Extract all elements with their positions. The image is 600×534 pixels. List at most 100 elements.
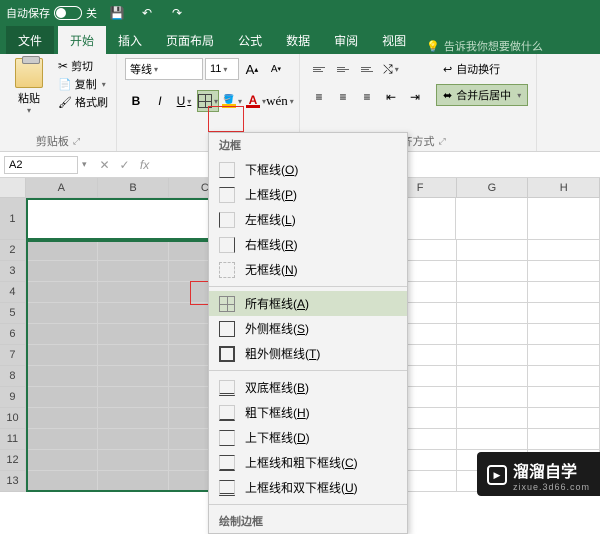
row-header[interactable]: 5 <box>0 303 26 324</box>
cut-button[interactable]: 剪切 <box>58 58 108 74</box>
cell[interactable] <box>26 345 98 366</box>
cell[interactable] <box>98 387 170 408</box>
cell[interactable] <box>26 240 98 261</box>
cell[interactable] <box>528 429 600 450</box>
border-menu-item[interactable]: 双底框线(B) <box>209 375 407 400</box>
col-header[interactable]: G <box>457 178 529 198</box>
col-header[interactable]: A <box>26 178 98 198</box>
cell[interactable] <box>98 282 170 303</box>
align-top-button[interactable] <box>308 58 330 80</box>
cell[interactable] <box>528 345 600 366</box>
align-middle-button[interactable] <box>332 58 354 80</box>
cell[interactable] <box>98 345 170 366</box>
border-menu-item[interactable]: 无框线(N) <box>209 257 407 282</box>
cell[interactable] <box>457 408 529 429</box>
row-header[interactable]: 8 <box>0 366 26 387</box>
wrap-text-button[interactable]: ↩自动换行 <box>436 58 528 80</box>
cell[interactable] <box>26 450 98 471</box>
cell[interactable] <box>457 240 529 261</box>
font-color-button[interactable]: A <box>245 90 267 112</box>
border-menu-item[interactable]: 所有框线(A) <box>209 291 407 316</box>
cell[interactable] <box>528 408 600 429</box>
tab-data[interactable]: 数据 <box>274 26 322 54</box>
col-header[interactable]: B <box>98 178 170 198</box>
border-menu-item[interactable]: 下框线(O) <box>209 157 407 182</box>
underline-button[interactable]: U <box>173 90 195 112</box>
cell[interactable] <box>457 387 529 408</box>
cell[interactable] <box>457 324 529 345</box>
copy-button[interactable]: 复制▾ <box>58 76 108 92</box>
cell[interactable] <box>98 429 170 450</box>
row-header[interactable]: 7 <box>0 345 26 366</box>
format-painter-button[interactable]: 格式刷 <box>58 94 108 110</box>
cell[interactable] <box>26 324 98 345</box>
cell[interactable] <box>457 282 529 303</box>
increase-indent-button[interactable]: ⇥ <box>404 86 426 108</box>
border-menu-item[interactable]: 外侧框线(S) <box>209 316 407 341</box>
cell[interactable] <box>98 408 170 429</box>
decrease-indent-button[interactable]: ⇤ <box>380 86 402 108</box>
border-menu-item[interactable]: 右框线(R) <box>209 232 407 257</box>
cancel-icon[interactable]: ✕ <box>95 158 115 172</box>
font-name-combo[interactable]: 等线 <box>125 58 203 80</box>
fx-icon[interactable]: fx <box>135 158 155 172</box>
row-header[interactable]: 10 <box>0 408 26 429</box>
save-icon[interactable]: 💾 <box>109 5 125 21</box>
border-button[interactable] <box>197 90 219 112</box>
tab-view[interactable]: 视图 <box>370 26 418 54</box>
cell[interactable] <box>528 324 600 345</box>
tab-home[interactable]: 开始 <box>58 26 106 54</box>
align-left-button[interactable]: ≡ <box>308 86 330 108</box>
row-header[interactable]: 9 <box>0 387 26 408</box>
cell[interactable] <box>26 303 98 324</box>
tell-me[interactable]: 💡 告诉我你想要做什么 <box>426 38 543 54</box>
col-header[interactable]: H <box>528 178 600 198</box>
phonetic-button[interactable]: wén <box>269 90 291 112</box>
cell[interactable] <box>98 471 170 492</box>
cell[interactable] <box>98 261 170 282</box>
cell[interactable] <box>456 198 528 240</box>
row-header[interactable]: 4 <box>0 282 26 303</box>
cell[interactable] <box>528 366 600 387</box>
cell[interactable] <box>528 261 600 282</box>
cell[interactable] <box>98 450 170 471</box>
cell[interactable] <box>26 282 98 303</box>
fill-color-button[interactable] <box>221 90 243 112</box>
tab-page-layout[interactable]: 页面布局 <box>154 26 226 54</box>
cell[interactable] <box>457 429 529 450</box>
cell[interactable] <box>98 303 170 324</box>
border-menu-item[interactable]: 上框线和双下框线(U) <box>209 475 407 500</box>
border-menu-item[interactable]: 粗外侧框线(T) <box>209 341 407 366</box>
cell[interactable] <box>457 366 529 387</box>
align-center-button[interactable]: ≡ <box>332 86 354 108</box>
dialog-launcher-icon[interactable]: ⤢ <box>438 136 445 147</box>
cell[interactable] <box>26 366 98 387</box>
cell[interactable] <box>26 471 98 492</box>
italic-button[interactable]: I <box>149 90 171 112</box>
row-header[interactable]: 2 <box>0 240 26 261</box>
align-right-button[interactable]: ≡ <box>356 86 378 108</box>
cell[interactable] <box>98 324 170 345</box>
row-header[interactable]: 1 <box>0 198 26 240</box>
undo-icon[interactable]: ↶ <box>139 5 155 21</box>
row-header[interactable]: 6 <box>0 324 26 345</box>
cell[interactable] <box>26 261 98 282</box>
font-size-combo[interactable]: 11 <box>205 58 239 80</box>
cell[interactable] <box>26 387 98 408</box>
cell[interactable] <box>457 261 529 282</box>
namebox-dropdown-icon[interactable]: ▾ <box>82 159 87 170</box>
increase-font-button[interactable]: A▴ <box>241 58 263 80</box>
tab-formula[interactable]: 公式 <box>226 26 274 54</box>
dialog-launcher-icon[interactable]: ⤢ <box>73 136 80 147</box>
row-header[interactable]: 13 <box>0 471 26 492</box>
select-all-corner[interactable] <box>0 178 26 198</box>
cell[interactable] <box>528 282 600 303</box>
border-menu-item[interactable]: 上框线(P) <box>209 182 407 207</box>
row-header[interactable]: 12 <box>0 450 26 471</box>
tab-review[interactable]: 审阅 <box>322 26 370 54</box>
orientation-button[interactable]: ⤭ <box>380 58 402 80</box>
cell[interactable] <box>528 240 600 261</box>
cell[interactable] <box>528 198 600 240</box>
border-menu-item[interactable]: 左框线(L) <box>209 207 407 232</box>
row-header[interactable]: 3 <box>0 261 26 282</box>
